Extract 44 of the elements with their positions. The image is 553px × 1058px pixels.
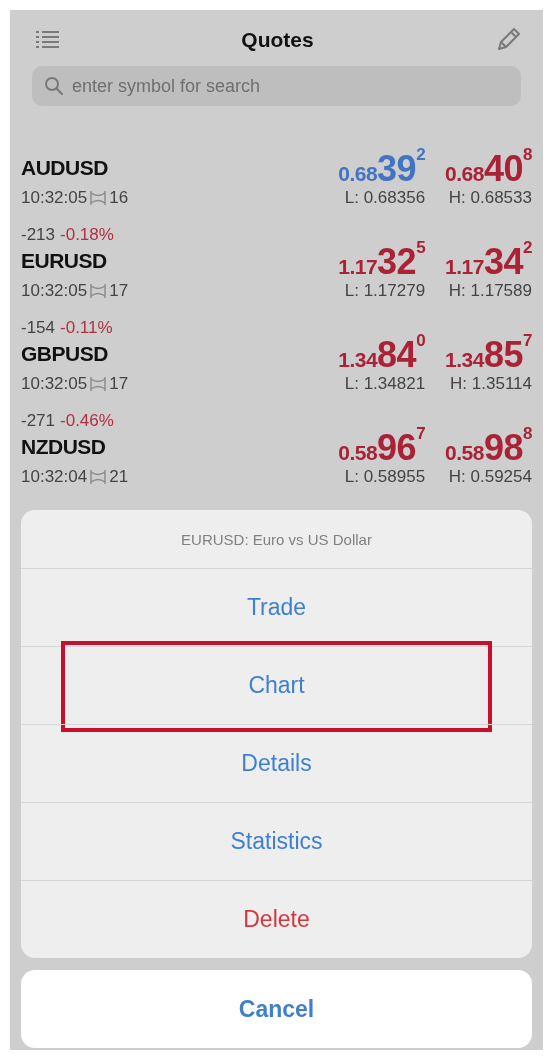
search-icon [44, 76, 64, 96]
quote-time: 10:32:04 [21, 467, 88, 487]
high-price: H: 0.59254 [448, 466, 532, 488]
spread-value: 21 [109, 467, 129, 487]
action-button[interactable]: Delete [21, 880, 532, 958]
symbol-name: GBPUSD [21, 341, 108, 367]
symbol-name: EURUSD [21, 248, 107, 274]
quote-time: 10:32:05 [21, 374, 88, 394]
action-button[interactable]: Details [21, 724, 532, 802]
spread-icon [90, 469, 107, 485]
change-percent: -0.11% [60, 318, 113, 338]
spread-icon [90, 283, 107, 299]
cancel-button[interactable]: Cancel [21, 970, 532, 1048]
spread-value: 16 [109, 188, 129, 208]
change-points: -154 [21, 318, 56, 338]
change-points: -213 [21, 225, 56, 245]
list-button[interactable] [36, 30, 60, 50]
edit-button[interactable] [495, 27, 521, 53]
list-icon [36, 30, 60, 50]
screen-title: Quotes [241, 28, 314, 52]
spread-value: 17 [109, 281, 129, 301]
action-button[interactable]: Statistics [21, 802, 532, 880]
action-button[interactable]: Trade [21, 568, 532, 646]
low-price: L: 1.34821 [344, 373, 426, 395]
change-points: -271 [21, 411, 56, 431]
high-price: H: 1.17589 [448, 280, 532, 302]
change-percent: -0.18% [60, 225, 114, 245]
high-price: H: 1.35114 [450, 373, 532, 395]
symbol-name: AUDUSD [21, 155, 108, 181]
spread-icon [90, 376, 107, 392]
spread-icon [90, 190, 107, 206]
quote-time: 10:32:05 [21, 188, 88, 208]
low-price: L: 0.68356 [344, 187, 426, 209]
search-field[interactable]: enter symbol for search [32, 66, 521, 106]
high-price: H: 0.68533 [448, 187, 532, 209]
sheet-title: EURUSD: Euro vs US Dollar [180, 529, 373, 550]
symbol-name: NZDUSD [21, 434, 106, 460]
low-price: L: 1.17279 [344, 280, 426, 302]
low-price: L: 0.58955 [344, 466, 426, 488]
quote-time: 10:32:05 [21, 281, 88, 301]
change-percent: -0.46% [60, 411, 114, 431]
spread-value: 17 [109, 374, 129, 394]
action-button[interactable]: Chart [21, 646, 532, 724]
pencil-icon [495, 27, 521, 53]
